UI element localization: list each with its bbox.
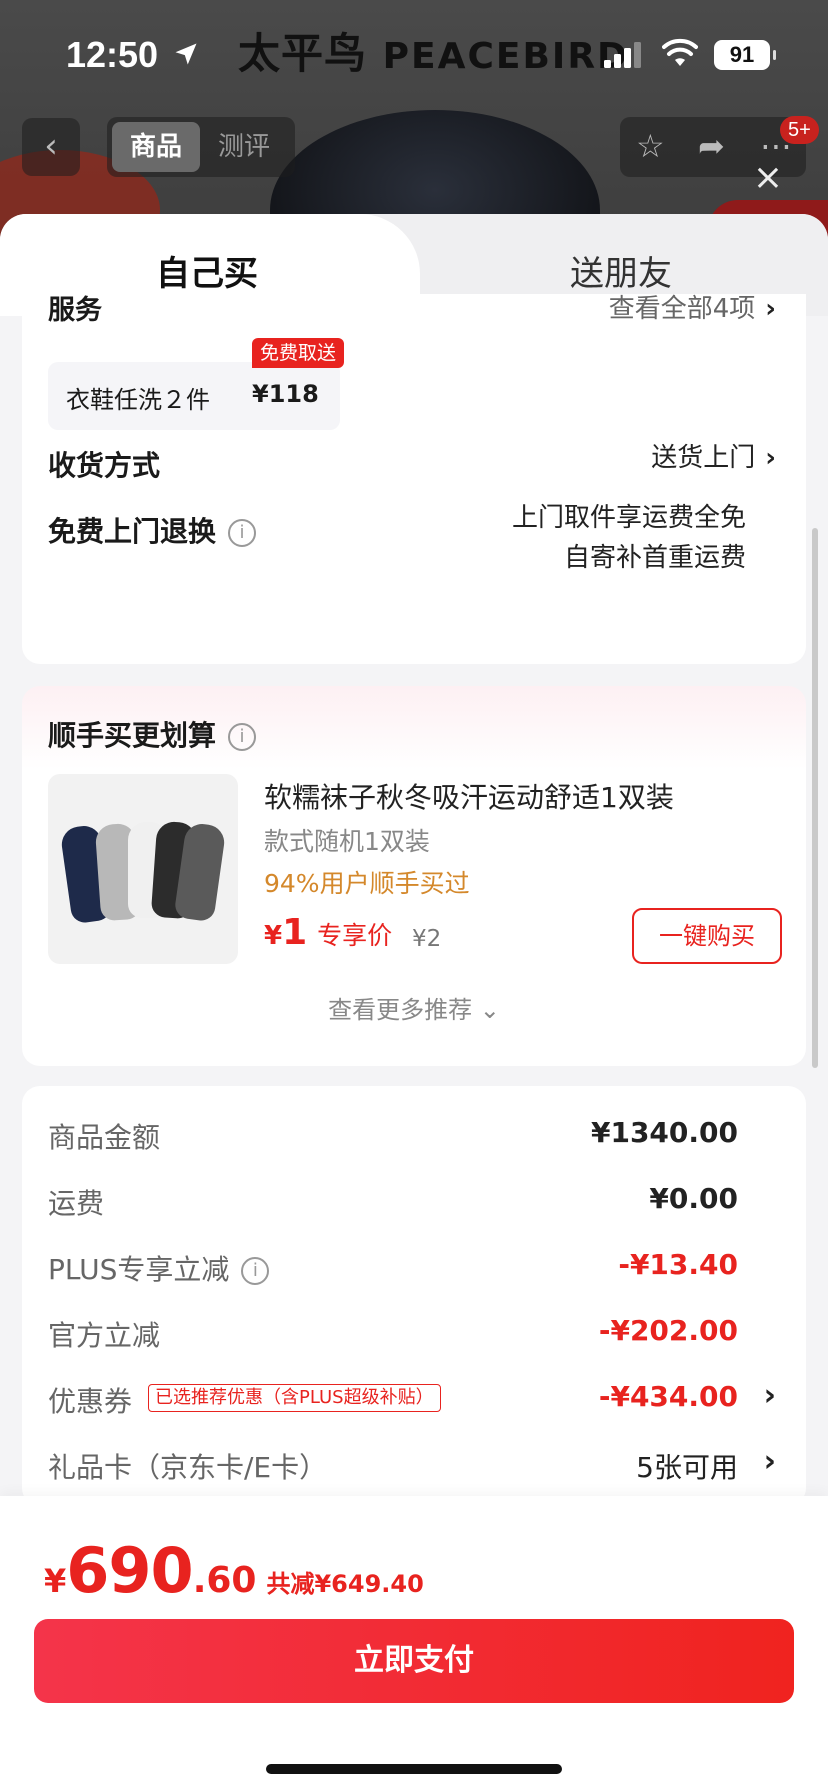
price-row-label: 礼品卡（京东卡/E卡） [48, 1451, 328, 1484]
upsell-original-price: ¥2 [412, 926, 442, 952]
pay-now-button[interactable]: 立即支付 [34, 1619, 794, 1703]
price-row-gift-card[interactable]: 礼品卡（京东卡/E卡） 5张可用 › [22, 1440, 806, 1490]
chevron-down-icon: ⌄ [479, 996, 500, 1024]
upsell-price-value: 1 [282, 912, 308, 953]
upsell-purchase-stat: 94%用户顺手买过 [264, 869, 470, 898]
location-arrow-icon [175, 43, 197, 65]
price-row-value: ¥0.00 [649, 1182, 738, 1215]
checkout-bar: ¥690.60 共减¥649.40 立即支付 [0, 1496, 828, 1792]
price-row-label: 优惠券 [48, 1385, 133, 1418]
info-icon[interactable]: i [228, 519, 257, 547]
upsell-title-text: 顺手买更划算 [48, 719, 217, 752]
chevron-right-icon: › [763, 1378, 776, 1413]
upsell-product-name[interactable]: 软糯袜子秋冬吸汗运动舒适1双装 [264, 776, 674, 816]
total-currency: ¥ [44, 1562, 67, 1600]
laundry-service-chip[interactable]: 衣鞋任洗２件 ¥118 [48, 362, 340, 430]
wifi-icon [662, 38, 698, 66]
delivery-method[interactable]: 送货上门 › [651, 438, 776, 478]
upsell-price: ¥1 专享价 [264, 912, 392, 953]
price-row-subtotal: 商品金额 ¥1340.00 [22, 1110, 806, 1160]
price-row-value: -¥434.00 [598, 1380, 738, 1413]
service-title: 服务 [48, 295, 102, 326]
star-icon[interactable]: ☆ [636, 127, 665, 165]
tab-self-buy-label: 自己买 [156, 254, 258, 294]
price-row-plus-discount: PLUS专享立减 i -¥13.40 [22, 1242, 806, 1292]
price-row-label: 官方立减 [48, 1319, 161, 1352]
price-row-label: PLUS专享立减 i [48, 1248, 270, 1288]
brand-logo: 太平鸟 PEACEBIRD [238, 20, 629, 81]
total-integer: 690 [66, 1534, 193, 1607]
price-row-shipping: 运费 ¥0.00 [22, 1176, 806, 1226]
price-row-coupon[interactable]: 优惠券 已选推荐优惠（含PLUS超级补贴） -¥434.00 › [22, 1374, 806, 1424]
service-chip-price: ¥118 [252, 380, 319, 408]
upsell-variant: 款式随机1双装 [264, 827, 430, 856]
total-savings: 共减¥649.40 [266, 1570, 424, 1598]
price-row-label: 运费 [48, 1187, 105, 1220]
free-return-line1: 上门取件享运费全免 [511, 503, 746, 533]
free-return-detail: 上门取件享运费全免 自寄补首重运费 [512, 498, 746, 578]
brand-logo-en: PEACEBIRD [382, 36, 629, 77]
delivery-label: 收货方式 [48, 449, 161, 482]
price-row-label: 商品金额 [48, 1121, 161, 1154]
page-segment-control: 商品 测评 [107, 117, 295, 177]
scrollbar[interactable] [812, 528, 818, 1068]
close-icon[interactable]: × [752, 160, 784, 196]
back-button[interactable]: ‹ [22, 118, 80, 176]
free-pickup-tag: 免费取送 [252, 338, 345, 368]
status-time: 12:50 [66, 34, 159, 75]
price-row-value: -¥202.00 [598, 1314, 738, 1347]
price-summary-card: 商品金额 ¥1340.00 运费 ¥0.00 PLUS专享立减 i -¥13.40… [22, 1086, 806, 1506]
price-row-value: -¥13.40 [618, 1248, 738, 1281]
free-return-line2: 自寄补首重运费 [563, 543, 746, 573]
service-view-all-label: 查看全部4项 [608, 294, 756, 324]
info-icon[interactable]: i [241, 1257, 270, 1285]
free-return-label-text: 免费上门退换 [48, 515, 217, 548]
cellular-signal-icon [604, 42, 641, 68]
service-card: 服务 查看全部4项 › 衣鞋任洗２件 ¥118 免费取送 收货方式 送货上门 › 免… [22, 294, 806, 664]
brand-logo-cn: 太平鸟 [238, 29, 368, 78]
delivery-method-value: 送货上门 [651, 443, 756, 473]
price-row-value: ¥1340.00 [590, 1116, 738, 1149]
service-view-all[interactable]: 查看全部4项 › [609, 288, 776, 325]
status-bar: 12:50 太平鸟 PEACEBIRD 91 [0, 0, 828, 100]
total-price: ¥690.60 共减¥649.40 [44, 1534, 424, 1607]
service-chip-name: 衣鞋任洗２件 [66, 386, 210, 414]
price-row-value: 5张可用 [636, 1451, 738, 1484]
price-row-official-discount: 官方立减 -¥202.00 [22, 1308, 806, 1358]
price-row-label-text: PLUS专享立减 [48, 1253, 230, 1286]
message-badge: 5+ [780, 116, 819, 144]
chevron-right-icon: › [765, 443, 776, 473]
total-decimal: .60 [192, 1560, 257, 1601]
upsell-card: 顺手买更划算 i 软糯袜子秋冬吸汗运动舒适1双装 款式随机1双装 94%用户顺手买… [22, 686, 806, 1066]
segment-product[interactable]: 商品 [112, 122, 200, 172]
coupon-tag: 已选推荐优惠（含PLUS超级补贴） [148, 1384, 441, 1412]
chevron-right-icon: › [765, 294, 776, 324]
more-recommendations-label: 查看更多推荐 [328, 996, 473, 1024]
share-icon[interactable]: ➦ [698, 127, 725, 165]
battery-indicator: 91 [714, 40, 776, 70]
home-indicator[interactable] [266, 1764, 562, 1774]
upsell-price-currency: ¥ [264, 921, 283, 951]
info-icon[interactable]: i [228, 723, 257, 751]
more-recommendations[interactable]: 查看更多推荐 ⌄ [22, 990, 806, 1025]
socks-product-image[interactable] [48, 774, 238, 964]
one-click-buy-button[interactable]: 一键购买 [632, 908, 782, 964]
upsell-price-label: 专享价 [317, 921, 393, 950]
upsell-title: 顺手买更划算 i [48, 714, 257, 754]
chevron-right-icon: › [763, 1444, 776, 1479]
free-return-label: 免费上门退换 i [48, 510, 257, 550]
segment-review[interactable]: 测评 [200, 122, 288, 172]
